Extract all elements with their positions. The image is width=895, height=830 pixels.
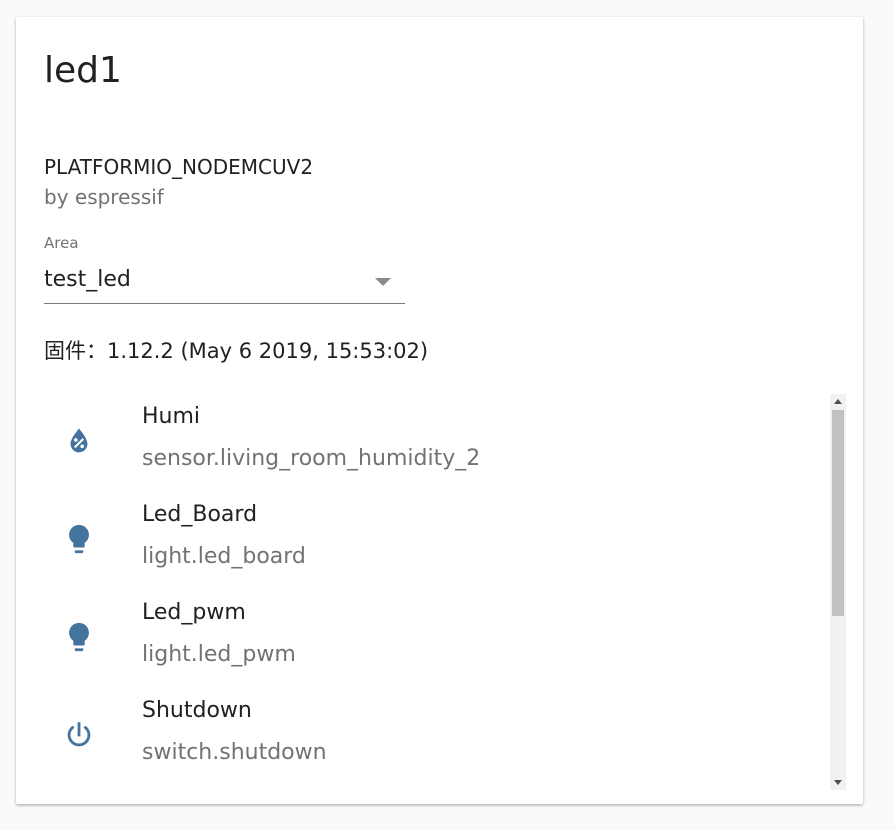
- area-selected-value: test_led: [44, 267, 131, 292]
- entity-name: Shutdown: [142, 698, 252, 723]
- water-percent-icon: [62, 424, 96, 458]
- area-underline: [44, 303, 405, 304]
- entity-row-shutdown[interactable]: Shutdown switch.shutdown: [44, 688, 834, 786]
- entity-name: Humi: [142, 404, 201, 429]
- scrollbar-thumb[interactable]: [832, 410, 844, 616]
- device-model: PLATFORMIO_NODEMCUV2: [44, 155, 314, 179]
- firmware-info: 固件：1.12.2 (May 6 2019, 15:53:02): [44, 339, 429, 363]
- power-icon: [62, 718, 96, 752]
- entity-id: light.led_board: [142, 544, 306, 569]
- entity-row-led-board[interactable]: Led_Board light.led_board: [44, 492, 834, 590]
- device-title: led1: [44, 50, 122, 91]
- scroll-up-arrow-icon[interactable]: [834, 399, 842, 404]
- entity-name: Led_Board: [142, 502, 258, 527]
- entity-id: switch.shutdown: [142, 740, 327, 765]
- device-card: led1 PLATFORMIO_NODEMCUV2 by espressif A…: [16, 17, 863, 804]
- scroll-down-arrow-icon[interactable]: [834, 780, 842, 785]
- device-manufacturer: by espressif: [44, 185, 164, 209]
- entity-id: light.led_pwm: [142, 642, 296, 667]
- dropdown-arrow-icon[interactable]: [375, 278, 391, 286]
- lightbulb-icon: [62, 522, 96, 556]
- area-dropdown[interactable]: Area test_led: [44, 233, 405, 305]
- entity-row-humi[interactable]: Humi sensor.living_room_humidity_2: [44, 394, 834, 492]
- entity-name: Led_pwm: [142, 600, 246, 625]
- entity-row-led-pwm[interactable]: Led_pwm light.led_pwm: [44, 590, 834, 688]
- lightbulb-icon: [62, 620, 96, 654]
- entity-list: Humi sensor.living_room_humidity_2 Led_B…: [44, 394, 846, 790]
- entity-list-scrollbar[interactable]: [830, 394, 846, 790]
- area-label: Area: [44, 234, 79, 252]
- entity-id: sensor.living_room_humidity_2: [142, 446, 481, 471]
